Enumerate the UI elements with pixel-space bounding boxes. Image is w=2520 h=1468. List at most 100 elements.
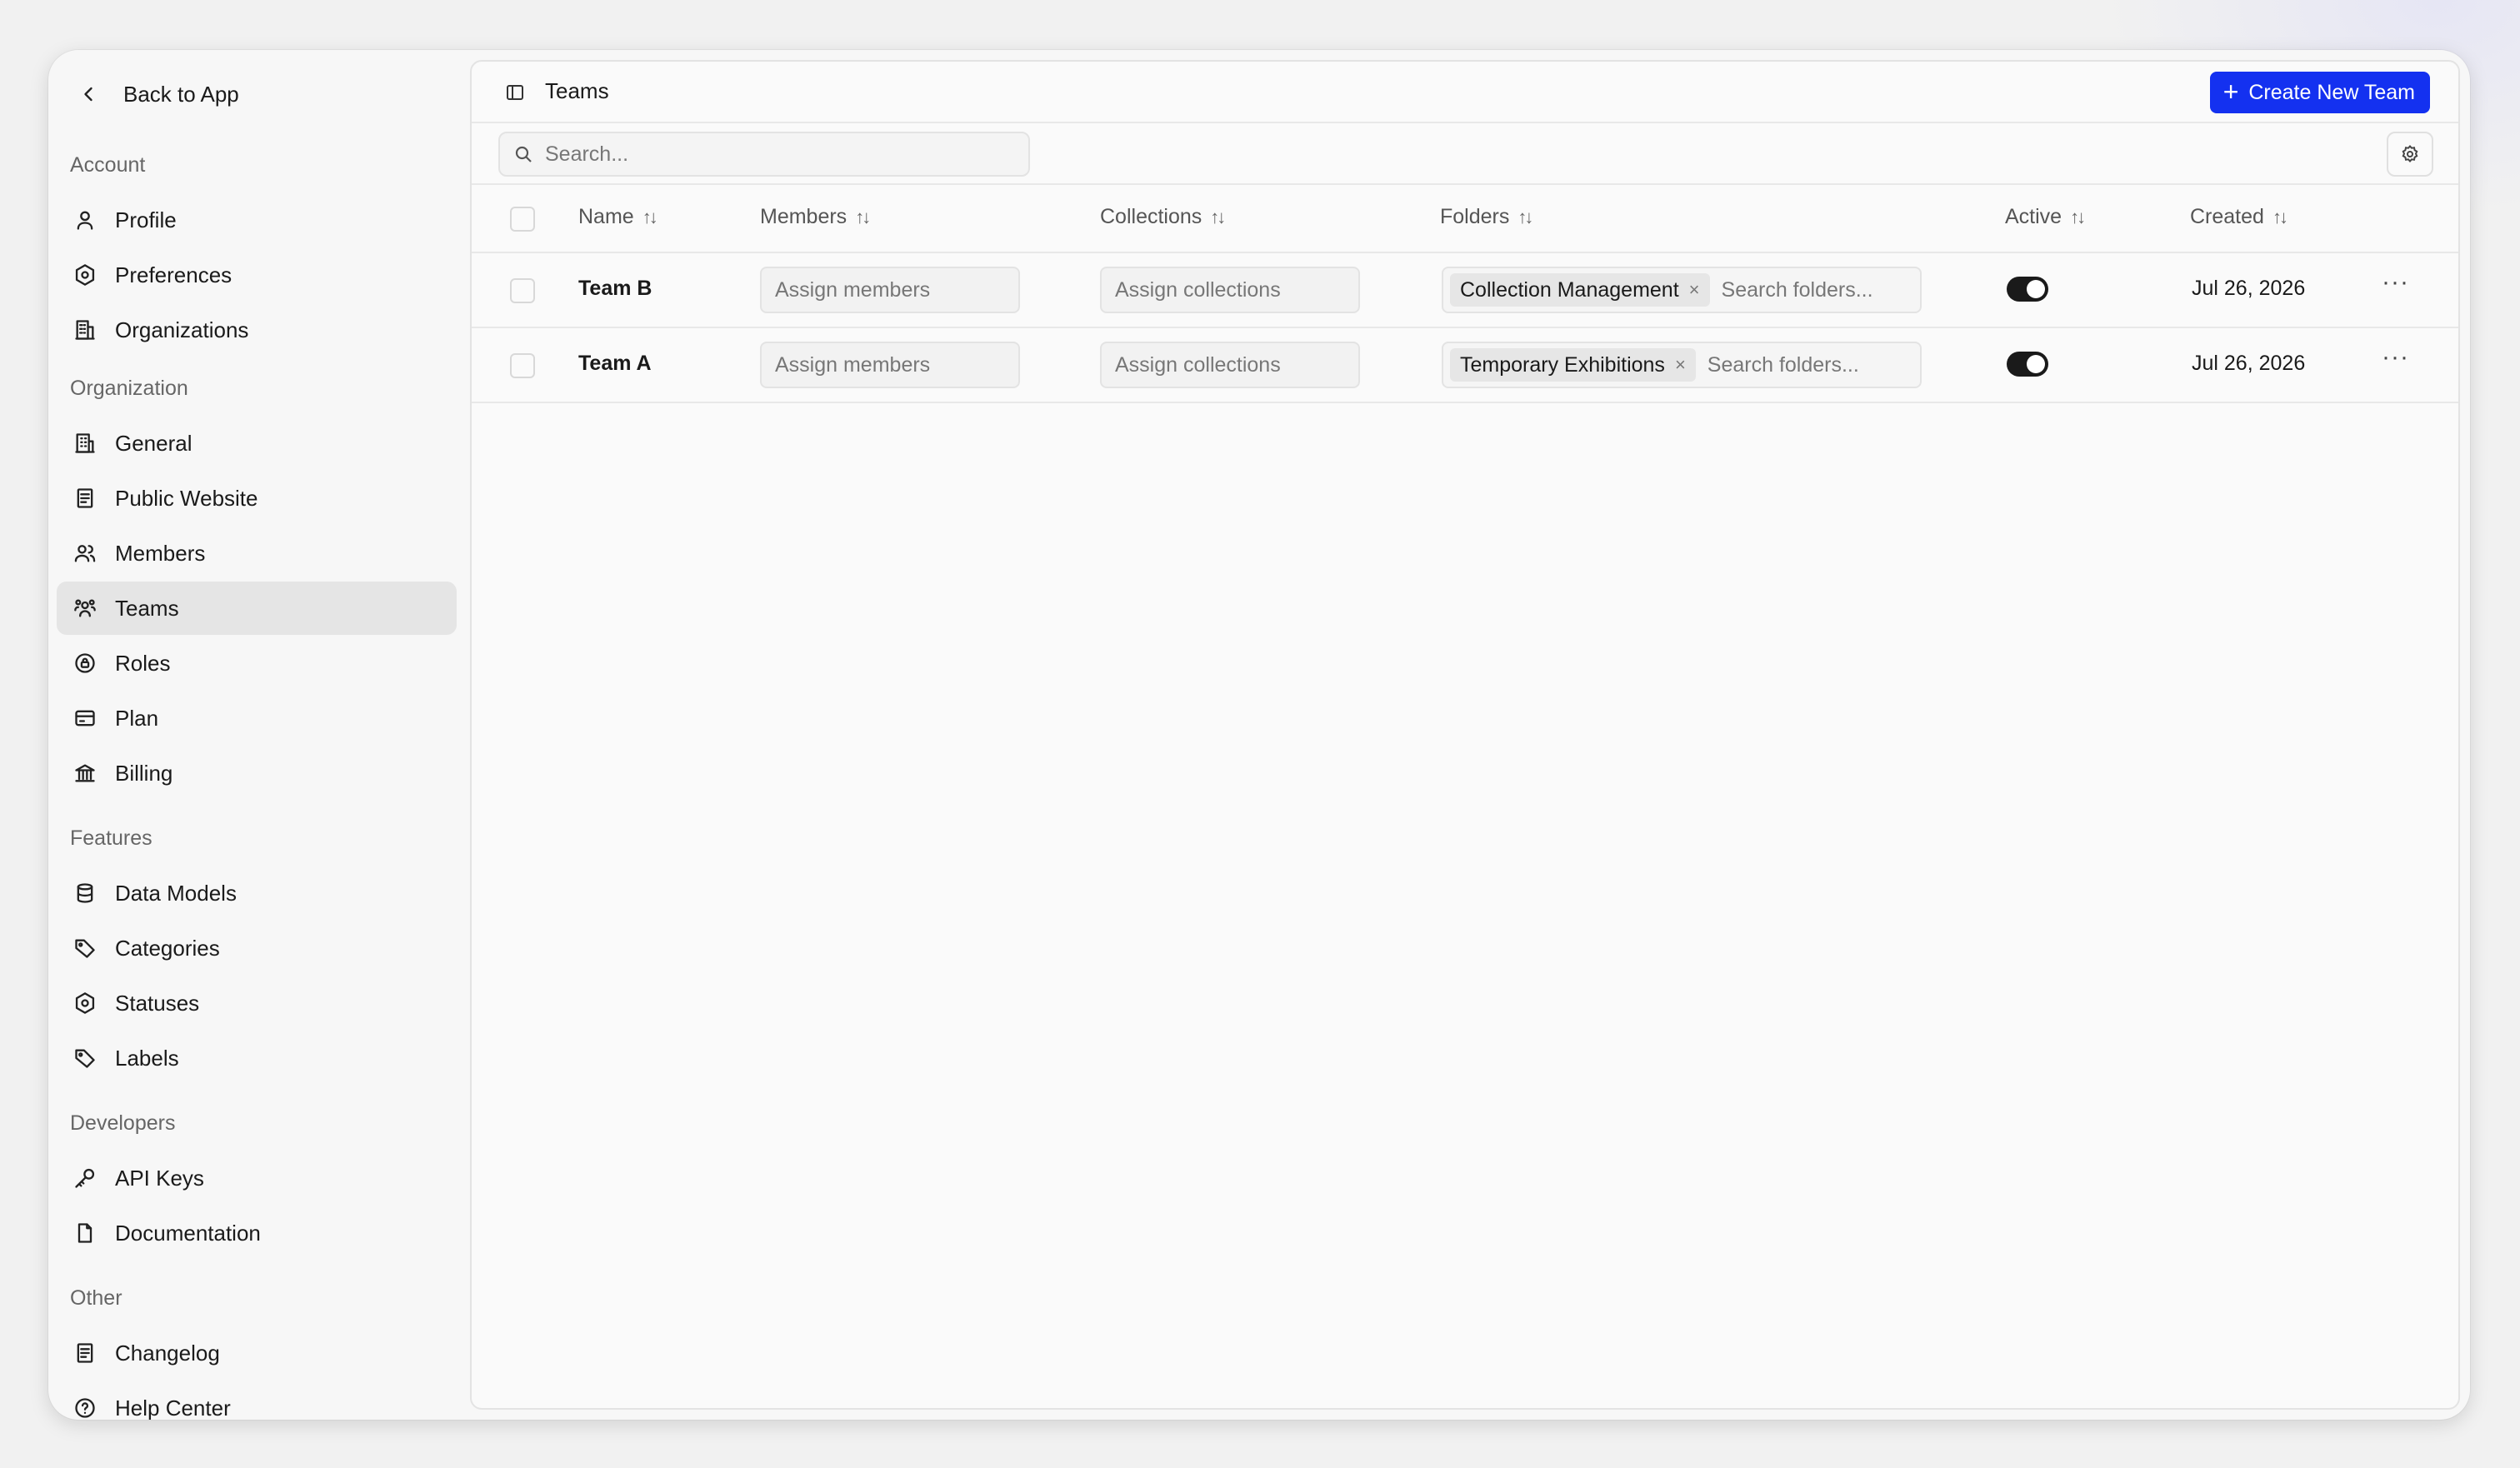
- column-header-created[interactable]: Created ↑↓: [2190, 205, 2288, 229]
- page-title: Teams: [545, 78, 609, 103]
- user-icon: [70, 205, 100, 235]
- sidebar-item-data-models[interactable]: Data Models: [57, 866, 457, 920]
- sidebar-item-plan[interactable]: Plan: [57, 692, 457, 745]
- sidebar-item-label: Roles: [115, 650, 171, 676]
- sort-icon: ↑↓: [855, 206, 871, 227]
- sidebar-item-label: Members: [115, 540, 206, 566]
- sidebar-item-organizations[interactable]: Organizations: [57, 303, 457, 357]
- column-label: Created: [2190, 205, 2264, 228]
- search-box[interactable]: [498, 132, 1030, 177]
- table-row: Team B Assign members Assign collections…: [472, 253, 2458, 328]
- sidebar-toggle-icon[interactable]: [505, 82, 525, 102]
- settings-hex-icon: [70, 988, 100, 1018]
- sidebar-item-label: General: [115, 430, 192, 456]
- row-actions-button[interactable]: ···: [2382, 268, 2409, 297]
- sidebar-item-roles[interactable]: Roles: [57, 637, 457, 690]
- folder-chip: Collection Management ×: [1450, 273, 1710, 307]
- folder-search-input[interactable]: Search folders...: [1722, 278, 1873, 302]
- sidebar-item-label: Statuses: [115, 990, 200, 1016]
- active-toggle[interactable]: [2007, 352, 2048, 377]
- sidebar-item-general[interactable]: General: [57, 417, 457, 470]
- select-all-checkbox[interactable]: [510, 207, 535, 232]
- sidebar-item-documentation[interactable]: Documentation: [57, 1206, 457, 1260]
- back-to-app-link[interactable]: Back to App: [73, 70, 239, 118]
- sort-icon: ↑↓: [2070, 206, 2086, 227]
- table-toolbar: [472, 123, 2458, 185]
- help-circle-icon: [70, 1393, 100, 1420]
- column-label: Active: [2005, 205, 2062, 228]
- bank-icon: [70, 758, 100, 788]
- document-icon: [70, 1338, 100, 1368]
- chevron-left-icon: [73, 79, 103, 109]
- sidebar-item-changelog[interactable]: Changelog: [57, 1326, 457, 1380]
- sidebar-item-api-keys[interactable]: API Keys: [57, 1151, 457, 1205]
- building-icon: [70, 315, 100, 345]
- sort-icon: ↑↓: [2272, 206, 2288, 227]
- sidebar: Back to App Account Profile Preferences …: [48, 50, 465, 1420]
- sidebar-item-billing[interactable]: Billing: [57, 746, 457, 800]
- sidebar-item-label: Billing: [115, 760, 173, 786]
- sidebar-item-label: Labels: [115, 1045, 179, 1071]
- remove-chip-icon[interactable]: ×: [1689, 279, 1700, 301]
- folders-field[interactable]: Collection Management × Search folders..…: [1442, 267, 1922, 313]
- building-2-icon: [70, 428, 100, 458]
- sidebar-item-teams[interactable]: Teams: [57, 582, 457, 635]
- column-header-name[interactable]: Name ↑↓: [578, 205, 658, 229]
- database-icon: [70, 878, 100, 908]
- sort-icon: ↑↓: [642, 206, 658, 227]
- column-header-members[interactable]: Members ↑↓: [760, 205, 871, 229]
- tag-icon: [70, 1043, 100, 1073]
- assign-collections-field[interactable]: Assign collections: [1100, 342, 1360, 388]
- settings-hex-icon: [70, 260, 100, 290]
- sidebar-item-label: Changelog: [115, 1340, 220, 1366]
- folder-chip: Temporary Exhibitions ×: [1450, 348, 1696, 382]
- created-date: Jul 26, 2026: [2192, 277, 2306, 300]
- table-settings-button[interactable]: [2387, 132, 2433, 177]
- sidebar-item-members[interactable]: Members: [57, 527, 457, 580]
- section-label-features: Features: [70, 826, 152, 850]
- file-icon: [70, 1218, 100, 1248]
- sidebar-item-label: Organizations: [115, 317, 249, 342]
- assign-collections-field[interactable]: Assign collections: [1100, 267, 1360, 313]
- search-icon: [515, 146, 532, 162]
- sidebar-item-statuses[interactable]: Statuses: [57, 976, 457, 1030]
- tag-icon: [70, 933, 100, 963]
- app-window: Back to App Account Profile Preferences …: [48, 50, 2470, 1420]
- folders-field[interactable]: Temporary Exhibitions × Search folders..…: [1442, 342, 1922, 388]
- row-actions-button[interactable]: ···: [2382, 343, 2409, 372]
- column-header-active[interactable]: Active ↑↓: [2005, 205, 2086, 229]
- users-icon: [70, 538, 100, 568]
- sort-icon: ↑↓: [1518, 206, 1533, 227]
- create-new-team-button[interactable]: + Create New Team: [2209, 72, 2430, 113]
- created-date: Jul 26, 2026: [2192, 352, 2306, 375]
- sidebar-item-label: Profile: [115, 207, 177, 232]
- toggle-knob: [2027, 355, 2045, 373]
- sidebar-item-public-website[interactable]: Public Website: [57, 472, 457, 525]
- column-header-folders[interactable]: Folders ↑↓: [1440, 205, 1533, 229]
- top-bar: Teams + Create New Team: [472, 62, 2458, 123]
- sidebar-item-categories[interactable]: Categories: [57, 921, 457, 975]
- remove-chip-icon[interactable]: ×: [1675, 354, 1686, 376]
- assign-members-field[interactable]: Assign members: [760, 342, 1020, 388]
- team-icon: [70, 593, 100, 623]
- assign-members-field[interactable]: Assign members: [760, 267, 1020, 313]
- sidebar-item-preferences[interactable]: Preferences: [57, 248, 457, 302]
- column-label: Folders: [1440, 205, 1510, 228]
- row-checkbox[interactable]: [510, 353, 535, 378]
- lock-badge-icon: [70, 648, 100, 678]
- sidebar-item-profile[interactable]: Profile: [57, 193, 457, 247]
- folder-chip-label: Collection Management: [1460, 277, 1679, 302]
- folder-search-input[interactable]: Search folders...: [1708, 353, 1859, 377]
- table-header: Name ↑↓ Members ↑↓ Collections ↑↓ Folder…: [472, 185, 2458, 253]
- sidebar-item-help-center[interactable]: Help Center: [57, 1381, 457, 1420]
- sidebar-item-label: Data Models: [115, 880, 237, 906]
- row-checkbox[interactable]: [510, 278, 535, 303]
- team-name: Team A: [578, 352, 652, 375]
- folder-chip-label: Temporary Exhibitions: [1460, 352, 1665, 377]
- column-label: Name: [578, 205, 634, 228]
- column-header-collections[interactable]: Collections ↑↓: [1100, 205, 1226, 229]
- sidebar-item-labels[interactable]: Labels: [57, 1031, 457, 1085]
- sort-icon: ↑↓: [1210, 206, 1226, 227]
- active-toggle[interactable]: [2007, 277, 2048, 302]
- search-input[interactable]: [545, 142, 995, 167]
